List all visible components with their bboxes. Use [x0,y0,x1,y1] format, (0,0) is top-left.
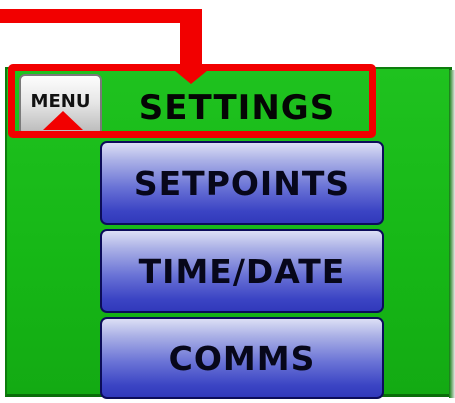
comms-button[interactable]: COMMS [100,317,384,399]
callout-line [0,9,202,23]
comms-button-label: COMMS [168,338,316,378]
panel-edge-shadow [449,70,455,398]
setpoints-button[interactable]: SETPOINTS [100,141,384,225]
setpoints-button-label: SETPOINTS [133,163,351,203]
time-date-button-label: TIME/DATE [138,251,346,291]
callout-arrow-icon [169,66,213,84]
screen: MENU SETTINGS SETPOINTS TIME/DATE COMMS [0,0,455,403]
time-date-button[interactable]: TIME/DATE [100,229,384,313]
callout-connector [180,9,202,71]
